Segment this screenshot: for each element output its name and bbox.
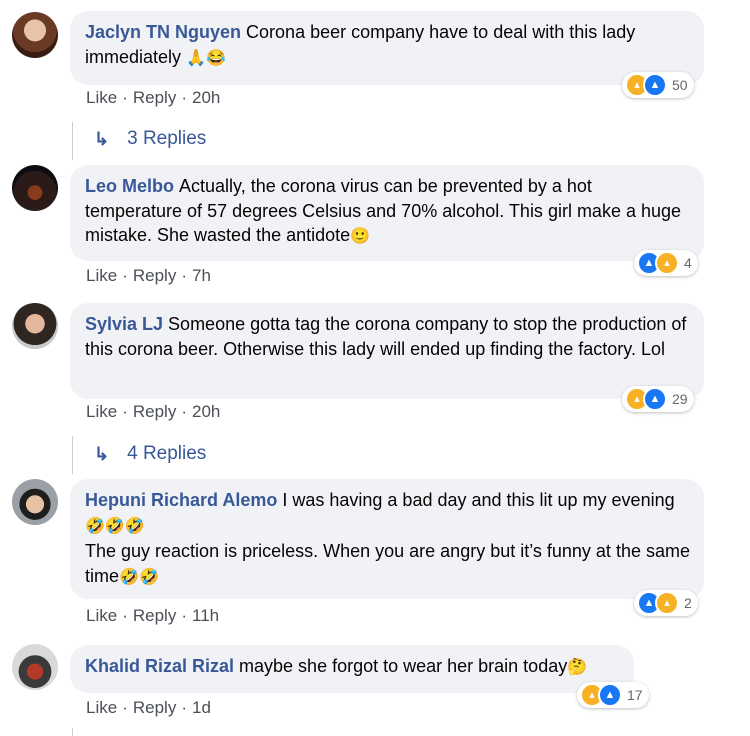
reaction-summary[interactable]: ▲ ▴ 4 <box>634 250 698 276</box>
comment-bubble: Sylvia LJ Someone gotta tag the corona co… <box>70 303 704 399</box>
comment-bubble: Khalid Rizal Rizal maybe she forgot to we… <box>70 645 634 693</box>
comment-timestamp[interactable]: 11h <box>192 606 219 625</box>
comment-author[interactable]: Jaclyn TN Nguyen <box>85 22 241 42</box>
reply-link[interactable]: Reply <box>133 88 176 107</box>
reply-link[interactable]: Reply <box>133 266 176 285</box>
view-replies-link[interactable]: ↳ 4 Replies <box>94 443 206 465</box>
reaction-summary[interactable]: ▴ ▲ 17 <box>577 682 649 708</box>
comment-bubble: Hepuni Richard Alemo I was having a bad d… <box>70 479 704 599</box>
comment-actions: Like · Reply · 1d <box>86 698 211 717</box>
reply-link[interactable]: Reply <box>133 402 176 421</box>
view-replies-link[interactable]: ↳ 3 Replies <box>94 128 206 150</box>
comment-actions: Like · Reply · 11h <box>86 606 220 625</box>
like-link[interactable]: Like <box>86 606 117 625</box>
comment-timestamp[interactable]: 20h <box>192 402 220 421</box>
comment-emoji: 🙂 <box>350 228 371 245</box>
comment-text: maybe she forgot to wear her brain today <box>239 656 568 676</box>
reaction-summary[interactable]: ▲ ▴ 2 <box>634 590 698 616</box>
replies-count-label[interactable]: 4 Replies <box>127 443 206 465</box>
replies-count-label[interactable]: 3 Replies <box>127 128 206 150</box>
thread-line <box>72 122 73 160</box>
avatar[interactable] <box>12 165 58 211</box>
like-link[interactable]: Like <box>86 266 117 285</box>
reaction-count: 29 <box>672 391 688 407</box>
thread-line <box>72 436 73 474</box>
comment-author[interactable]: Hepuni Richard Alemo <box>85 490 277 510</box>
reaction-summary[interactable]: ▴ ▲ 50 <box>622 72 694 98</box>
comment-bubble: Jaclyn TN Nguyen Corona beer company have… <box>70 11 704 85</box>
like-link[interactable]: Like <box>86 698 117 717</box>
comment-timestamp[interactable]: 20h <box>192 88 220 107</box>
like-link[interactable]: Like <box>86 88 117 107</box>
comment-actions: Like · Reply · 20h <box>86 88 221 107</box>
avatar[interactable] <box>12 644 58 690</box>
comment-author[interactable]: Sylvia LJ <box>85 314 163 334</box>
comment-author[interactable]: Khalid Rizal Rizal <box>85 656 234 676</box>
comment-author[interactable]: Leo Melbo <box>85 176 174 196</box>
reply-arrow-icon: ↳ <box>94 128 110 149</box>
reaction-count: 50 <box>672 77 688 93</box>
comment-text: I was having a bad day and this lit up m… <box>282 490 675 510</box>
haha-reaction-icon: ▴ <box>655 251 679 275</box>
reaction-summary[interactable]: ▴ ▲ 29 <box>622 386 694 412</box>
comment-actions: Like · Reply · 20h <box>86 402 221 421</box>
comment-text: Actually, the corona virus can be preven… <box>85 176 682 245</box>
like-reaction-icon: ▲ <box>643 387 667 411</box>
like-reaction-icon: ▲ <box>643 73 667 97</box>
comment-actions: Like · Reply · 7h <box>86 266 211 285</box>
comment-emoji: 🙏😂 <box>186 49 226 67</box>
avatar[interactable] <box>12 479 58 525</box>
avatar[interactable] <box>12 303 58 349</box>
like-link[interactable]: Like <box>86 402 117 421</box>
comment-emoji: 🤣🤣 <box>119 568 159 586</box>
reply-link[interactable]: Reply <box>133 698 176 717</box>
avatar[interactable] <box>12 12 58 58</box>
like-reaction-icon: ▲ <box>598 683 622 707</box>
comment-timestamp[interactable]: 1d <box>192 698 211 717</box>
comment-emoji: 🤔 <box>567 659 588 676</box>
comment-text: Someone gotta tag the corona company to … <box>85 314 687 359</box>
thread-line <box>72 728 73 736</box>
reaction-count: 2 <box>684 595 692 611</box>
comment-emoji: 🤣🤣🤣 <box>85 517 145 535</box>
comment-bubble: Leo Melbo Actually, the corona virus can … <box>70 165 704 261</box>
comment-text: The guy reaction is priceless. When you … <box>85 541 690 586</box>
comment-timestamp[interactable]: 7h <box>192 266 211 285</box>
reply-arrow-icon: ↳ <box>94 443 110 464</box>
haha-reaction-icon: ▴ <box>655 591 679 615</box>
reply-link[interactable]: Reply <box>133 606 176 625</box>
reaction-count: 4 <box>684 255 692 271</box>
reaction-count: 17 <box>627 687 643 703</box>
